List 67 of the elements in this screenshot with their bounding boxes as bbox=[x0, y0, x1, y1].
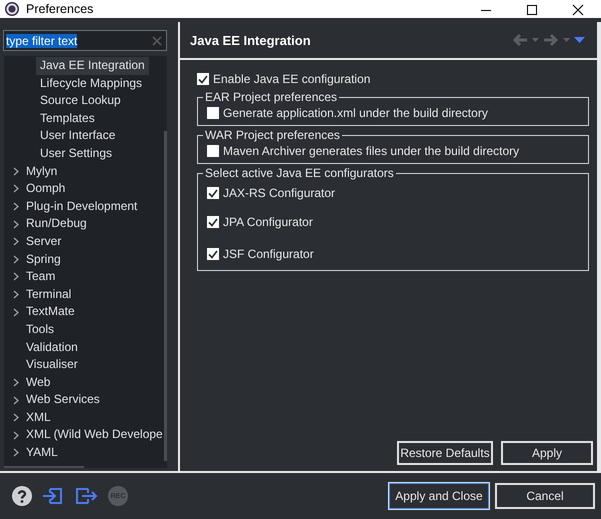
chevron-icon[interactable] bbox=[13, 166, 19, 176]
button[interactable]: Cancel bbox=[495, 483, 595, 509]
button[interactable]: Apply bbox=[501, 441, 593, 465]
chevron-icon[interactable] bbox=[13, 308, 19, 317]
tree-item[interactable]: Source Lookup bbox=[36, 92, 125, 110]
check-icon bbox=[208, 188, 218, 198]
chevron-icon[interactable] bbox=[13, 184, 19, 194]
chevron-icon[interactable] bbox=[13, 290, 19, 300]
tree-item[interactable]: Templates bbox=[36, 110, 99, 128]
export-icon[interactable] bbox=[74, 486, 98, 506]
import-icon[interactable] bbox=[42, 486, 64, 506]
checkbox-label: JAX-RS Configurator bbox=[223, 186, 336, 200]
tree-item[interactable]: Terminal bbox=[26, 286, 72, 304]
checkbox-label: JPA Configurator bbox=[223, 215, 313, 229]
check-icon bbox=[208, 218, 218, 226]
checkbox-label: Maven Archiver generates files under the build directory bbox=[223, 144, 520, 158]
tree-item[interactable]: XML (Wild Web Develope bbox=[26, 426, 163, 444]
tree-item[interactable]: TextMate bbox=[26, 303, 75, 321]
tree-item[interactable]: Oomph bbox=[26, 180, 66, 198]
menu-caret-icon[interactable] bbox=[574, 37, 585, 43]
tree-item[interactable]: Spring bbox=[26, 250, 61, 268]
chevron-icon[interactable] bbox=[13, 272, 19, 282]
tree-item[interactable]: Team bbox=[26, 268, 56, 286]
chevron-icon[interactable] bbox=[13, 202, 19, 212]
tree-item[interactable]: Plug-in Development bbox=[26, 198, 138, 216]
checkbox-label: Enable Java EE configuration bbox=[213, 72, 370, 86]
chevron-icon[interactable] bbox=[13, 378, 19, 387]
chevron-icon[interactable] bbox=[13, 220, 19, 229]
checkbox[interactable] bbox=[207, 145, 219, 157]
tree-item[interactable]: Server bbox=[26, 232, 62, 251]
group-title: WAR Project preferences bbox=[204, 128, 341, 142]
checkbox-label: JSF Configurator bbox=[223, 247, 314, 261]
tree-item[interactable]: Mylyn bbox=[26, 162, 58, 180]
check-icon bbox=[198, 74, 208, 84]
scrollbar[interactable] bbox=[164, 131, 167, 461]
tree-item[interactable]: Lifecycle Mappings bbox=[36, 74, 146, 92]
chevron-icon[interactable] bbox=[13, 254, 19, 264]
chevron-icon[interactable] bbox=[13, 413, 19, 422]
button[interactable]: Apply and Close bbox=[389, 483, 489, 509]
checkbox[interactable] bbox=[207, 187, 219, 199]
tree-item[interactable]: User Interface bbox=[36, 127, 120, 145]
group-title: Select active Java EE configurators bbox=[204, 166, 395, 180]
tree-item[interactable]: Run/Debug bbox=[26, 215, 87, 233]
tree-item[interactable]: Tools bbox=[26, 320, 54, 338]
chevron-icon[interactable] bbox=[13, 430, 19, 440]
page-title: Java EE Integration bbox=[190, 32, 311, 48]
help-icon[interactable] bbox=[12, 486, 32, 506]
button[interactable]: Restore Defaults bbox=[397, 441, 493, 465]
group-title: EAR Project preferences bbox=[204, 90, 338, 104]
tree-item[interactable]: Web bbox=[26, 374, 50, 392]
chevron-icon[interactable] bbox=[13, 396, 19, 405]
check-icon bbox=[208, 250, 218, 258]
tree-item[interactable]: Java EE Integration bbox=[36, 57, 149, 75]
tree-item[interactable]: Validation bbox=[26, 338, 78, 356]
tree-item[interactable]: User Settings bbox=[36, 144, 116, 163]
checkbox[interactable] bbox=[207, 107, 219, 119]
checkbox[interactable] bbox=[207, 216, 219, 228]
checkbox[interactable] bbox=[207, 248, 219, 260]
checkbox[interactable] bbox=[197, 73, 209, 85]
tree-item[interactable]: YAML bbox=[26, 444, 58, 462]
chevron-icon[interactable] bbox=[13, 237, 19, 246]
tree-item[interactable]: Web Services bbox=[26, 391, 100, 409]
checkbox-label: Generate application.xml under the build directory bbox=[223, 106, 488, 120]
chevron-icon[interactable] bbox=[13, 448, 19, 458]
tree-item[interactable]: Visualiser bbox=[26, 356, 78, 374]
window-title: Preferences bbox=[26, 2, 94, 16]
tree-item[interactable]: XML bbox=[26, 408, 51, 426]
